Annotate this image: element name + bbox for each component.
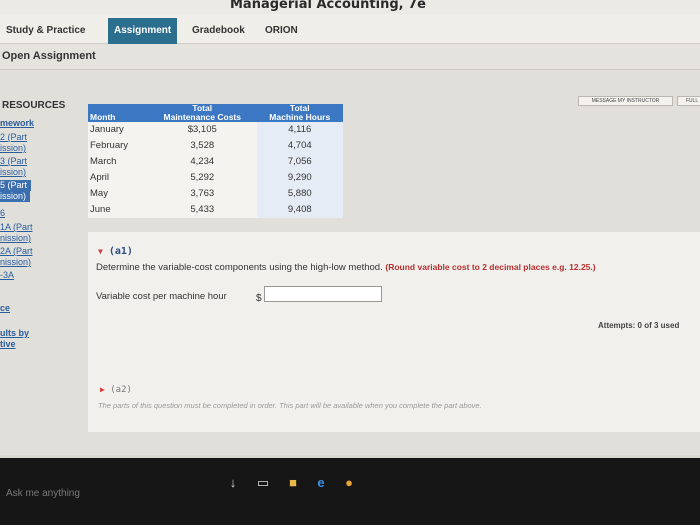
sidebar-link-item[interactable]: ission) (0, 167, 26, 178)
sidebar-link-selected[interactable]: 5 (Part (0, 180, 32, 191)
firefox-icon[interactable]: ● (340, 474, 358, 492)
triangle-right-icon: ▶ (100, 385, 105, 394)
hours-header-bottom: Machine Hours (256, 113, 343, 122)
part-a2-toggle[interactable]: ▶ (a2) (100, 385, 132, 395)
hours-cell: 9,408 (256, 202, 343, 218)
month-cell: January (88, 122, 148, 138)
hours-cell: 4,704 (256, 138, 343, 154)
hours-cell: 4,116 (256, 122, 343, 138)
table-row: March 4,234 7,056 (88, 154, 343, 170)
assignment-header: Open Assignment (0, 44, 700, 70)
tab-assignment[interactable]: Assignment (108, 18, 178, 44)
taskbar: Ask me anything ↓ ▭ ■ e ● (0, 458, 700, 525)
rounding-note: (Round variable cost to 2 decimal places… (385, 262, 596, 272)
sidebar-link-item[interactable]: 3 (Part (0, 156, 27, 167)
hours-cell: 9,290 (256, 170, 343, 186)
cost-cell: 3,763 (148, 186, 257, 202)
cost-cell: 3,528 (148, 138, 257, 154)
variable-cost-input[interactable] (264, 286, 382, 302)
variable-cost-label: Variable cost per machine hour (96, 291, 227, 302)
question-panel: ▼ (a1) Determine the variable-cost compo… (88, 232, 700, 432)
sidebar-link-item[interactable]: 2 (Part (0, 132, 27, 143)
hours-cell: 5,880 (256, 186, 343, 202)
sidebar-link-homework[interactable]: mework (0, 118, 34, 129)
part-a2-note: The parts of this question must be compl… (98, 401, 482, 410)
table-row: February 3,528 4,704 (88, 138, 343, 154)
sidebar-link-item[interactable]: nission) (0, 233, 31, 244)
question-instruction: Determine the variable-cost components u… (96, 262, 596, 273)
table-row: April 5,292 9,290 (88, 170, 343, 186)
cost-cell: 5,292 (148, 170, 257, 186)
attempts-counter: Attempts: 0 of 3 used (598, 321, 680, 330)
month-cell: June (88, 202, 148, 218)
month-header: Month (88, 104, 148, 122)
part-a1-toggle[interactable]: ▼ (a1) (98, 246, 133, 257)
sidebar-link-item[interactable]: nission) (0, 257, 31, 268)
sidebar-link-results[interactable]: ults by (0, 328, 29, 339)
month-cell: March (88, 154, 148, 170)
cost-data-table: Month Total Total Maintenance Costs Mach… (88, 104, 343, 218)
tab-orion[interactable]: ORION (259, 20, 304, 42)
cost-header-bottom: Maintenance Costs (148, 113, 257, 122)
hours-cell: 7,056 (256, 154, 343, 170)
sidebar-link-item[interactable]: ce (0, 303, 10, 314)
part-a1-label: (a1) (108, 246, 133, 257)
table-row: May 3,763 5,880 (88, 186, 343, 202)
sidebar-link-results[interactable]: tive (0, 339, 16, 350)
sidebar-link-item[interactable]: ission) (0, 143, 26, 154)
app-title: Managerial Accounting, 7e (230, 0, 426, 12)
sidebar-link-item[interactable]: -3A (0, 270, 14, 281)
title-bar: Managerial Accounting, 7e (0, 0, 700, 14)
resources-title: RESOURCES (2, 100, 66, 111)
sidebar-link-selected[interactable]: ission) (0, 191, 31, 202)
tab-gradebook[interactable]: Gradebook (186, 20, 251, 42)
instruction-text: Determine the variable-cost components u… (96, 262, 383, 273)
triangle-down-icon: ▼ (98, 247, 103, 256)
main-nav: Study & Practice Assignment Gradebook OR… (0, 14, 700, 44)
page-title: Open Assignment (2, 50, 96, 62)
full-screen-button[interactable]: FULL (677, 96, 700, 106)
currency-symbol: $ (256, 293, 262, 304)
table-row: June 5,433 9,408 (88, 202, 343, 218)
table-row: January $3,105 4,116 (88, 122, 343, 138)
file-explorer-icon[interactable]: ■ (284, 474, 302, 492)
cost-cell: 4,234 (148, 154, 257, 170)
cortana-search[interactable]: Ask me anything (6, 488, 80, 499)
task-view-icon[interactable]: ▭ (254, 474, 272, 492)
part-a2-label: (a2) (110, 385, 132, 395)
tab-study-practice[interactable]: Study & Practice (0, 20, 91, 42)
month-cell: April (88, 170, 148, 186)
sidebar-link-item[interactable]: 2A (Part (0, 246, 33, 257)
cost-cell: $3,105 (148, 122, 257, 138)
month-cell: May (88, 186, 148, 202)
edge-browser-icon[interactable]: e (312, 474, 330, 492)
sidebar-link-item[interactable]: 1A (Part (0, 222, 33, 233)
cost-cell: 5,433 (148, 202, 257, 218)
sidebar-link-item[interactable]: 6 (0, 208, 5, 219)
month-cell: February (88, 138, 148, 154)
microphone-icon[interactable]: ↓ (224, 474, 242, 492)
message-instructor-button[interactable]: MESSAGE MY INSTRUCTOR (578, 96, 673, 106)
